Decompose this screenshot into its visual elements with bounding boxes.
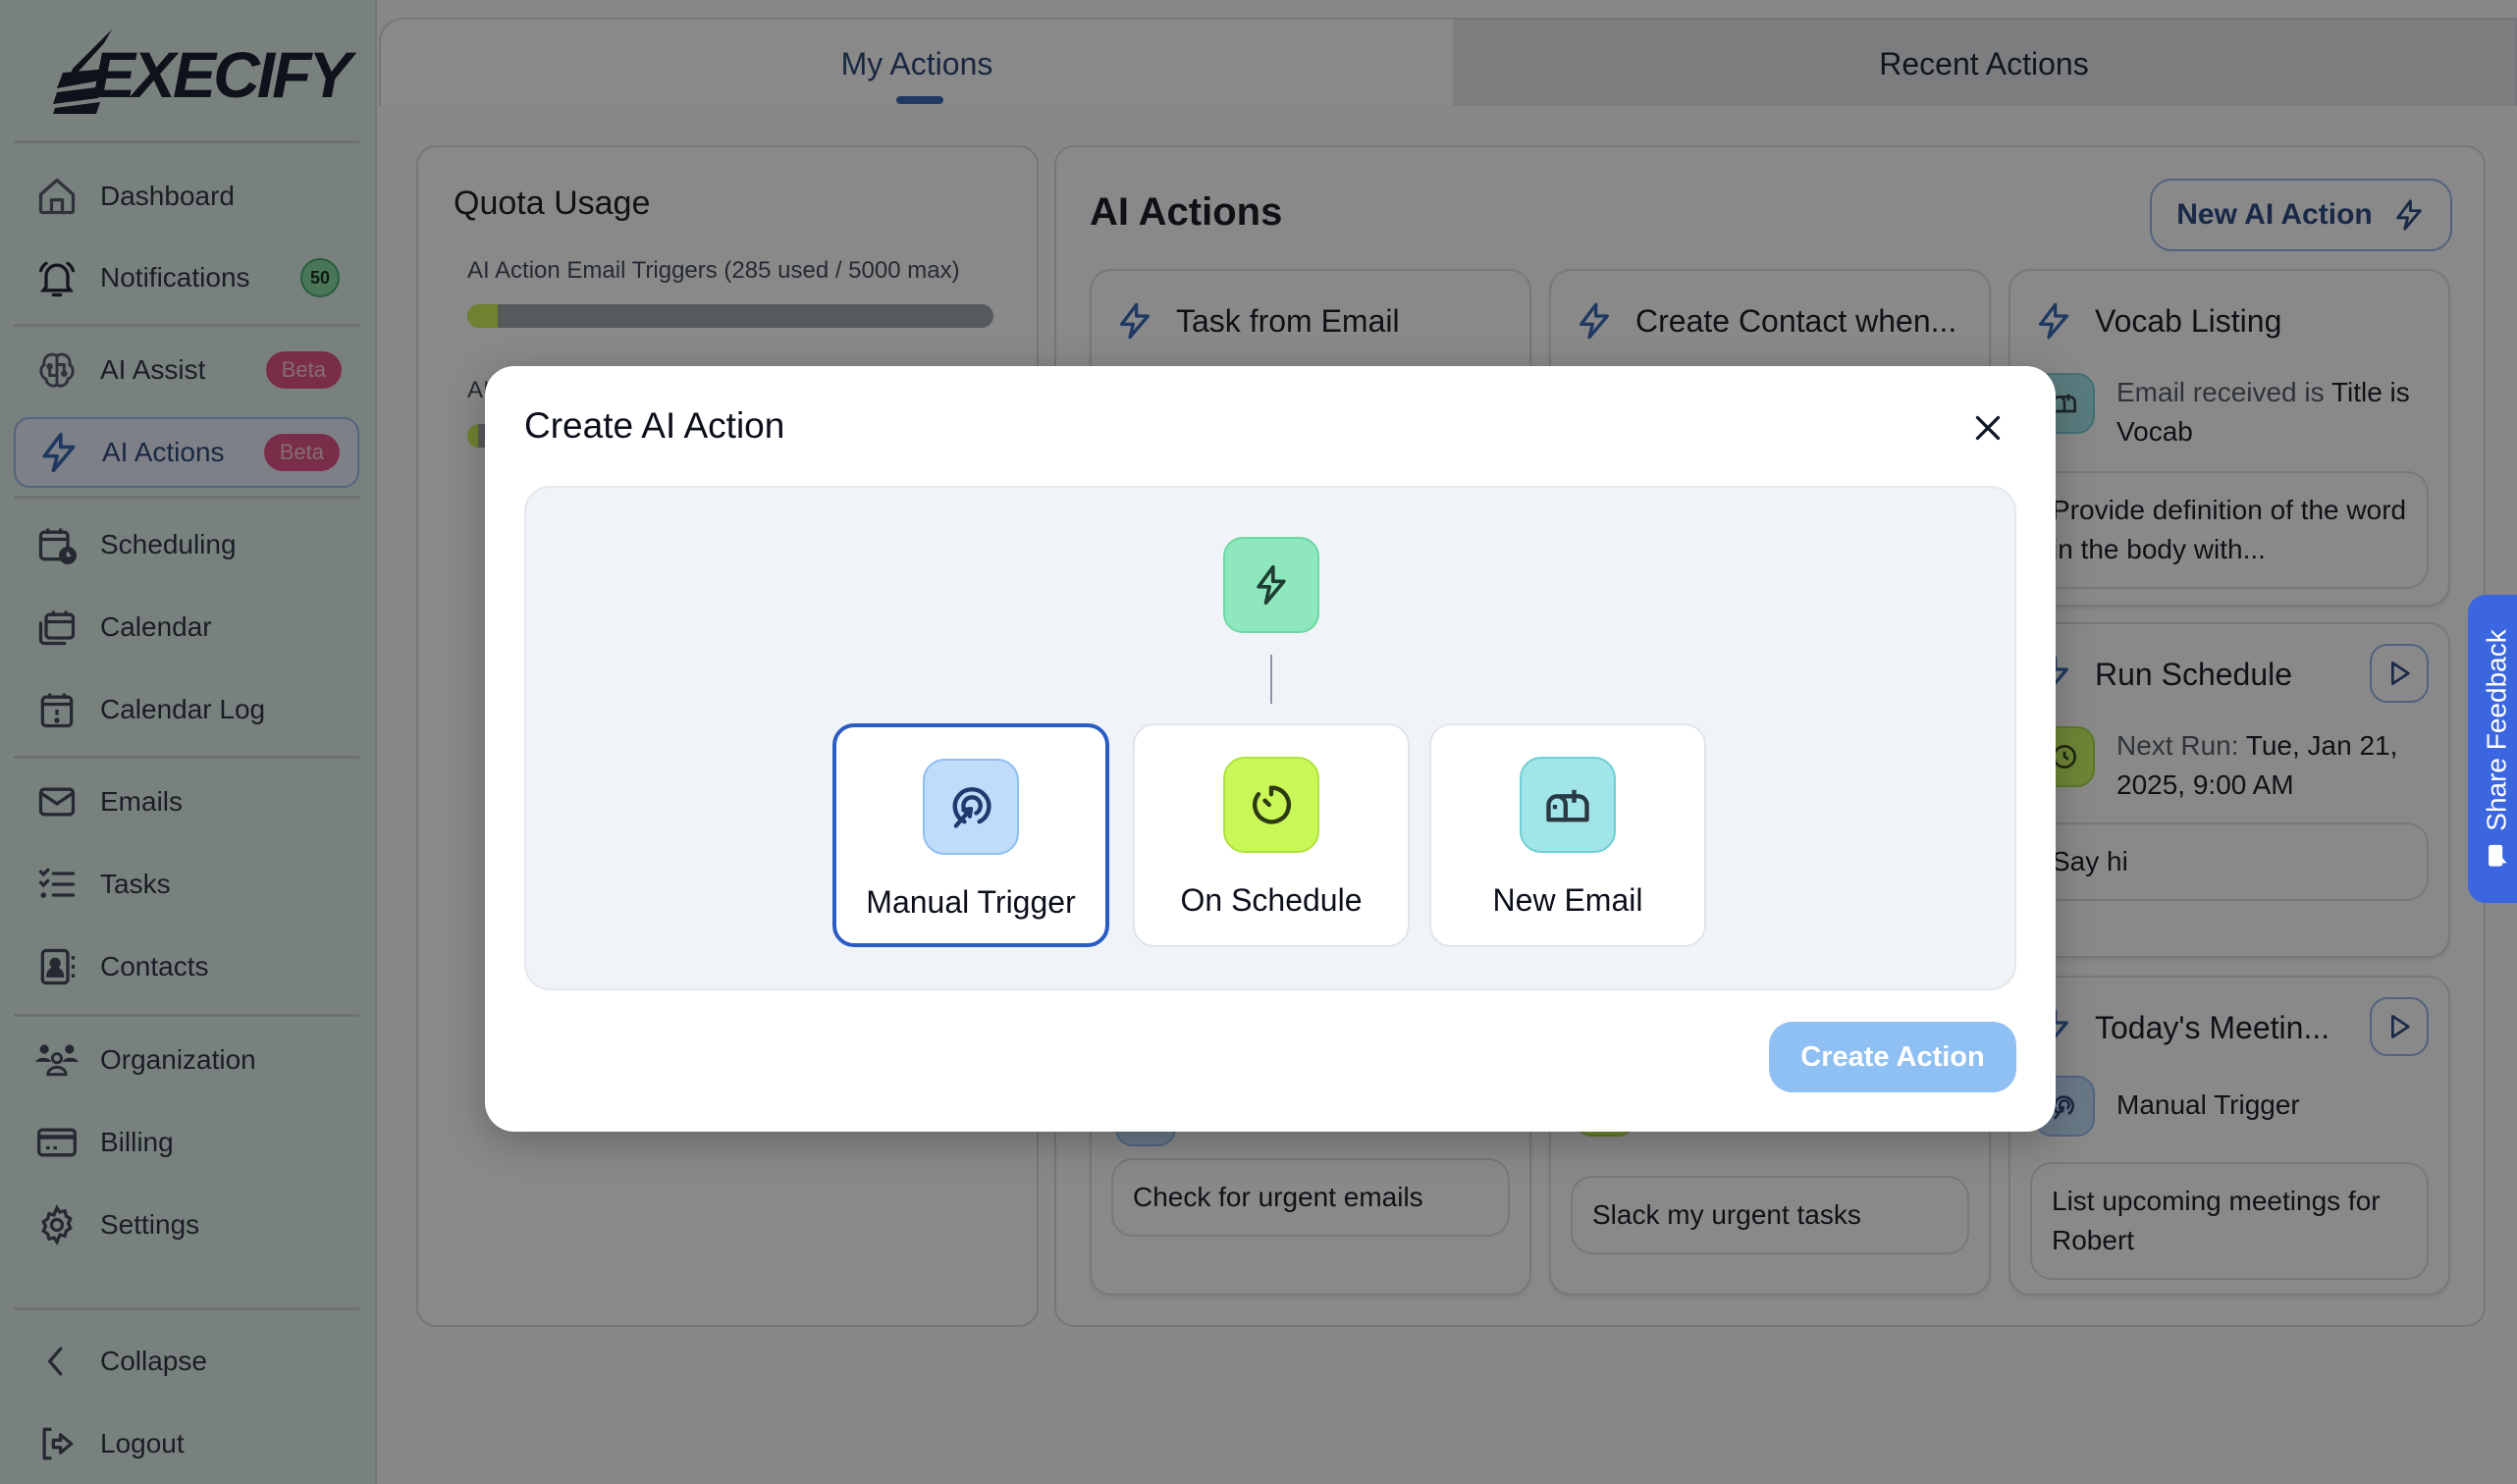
option-label: New Email [1492,882,1643,918]
option-label: Manual Trigger [866,884,1076,920]
close-button[interactable] [1963,403,2012,452]
chat-bubble-icon [2489,844,2507,867]
bolt-icon [1257,564,1286,606]
share-feedback-button[interactable]: Share Feedback [2468,595,2517,903]
modal-title: Create AI Action [524,405,785,446]
close-icon [1975,415,2001,441]
create-ai-action-modal: Create AI Action Manual Trigger On Sched… [485,366,2056,1132]
create-action-button[interactable]: Create Action [1769,1022,2016,1092]
option-label: On Schedule [1180,882,1363,918]
flow-connector [1270,655,1272,704]
create-action-label: Create Action [1800,1040,1985,1073]
mailbox-icon [1520,757,1616,853]
share-feedback-label: Share Feedback [2482,629,2512,831]
timer-icon [1223,757,1319,853]
action-root-node [1223,537,1319,633]
trigger-option-new-email[interactable]: New Email [1429,723,1706,947]
manual-trigger-icon [923,759,1019,855]
trigger-option-manual[interactable]: Manual Trigger [832,723,1109,947]
trigger-option-schedule[interactable]: On Schedule [1133,723,1410,947]
trigger-flow-canvas: Manual Trigger On Schedule New Email [524,486,2016,990]
